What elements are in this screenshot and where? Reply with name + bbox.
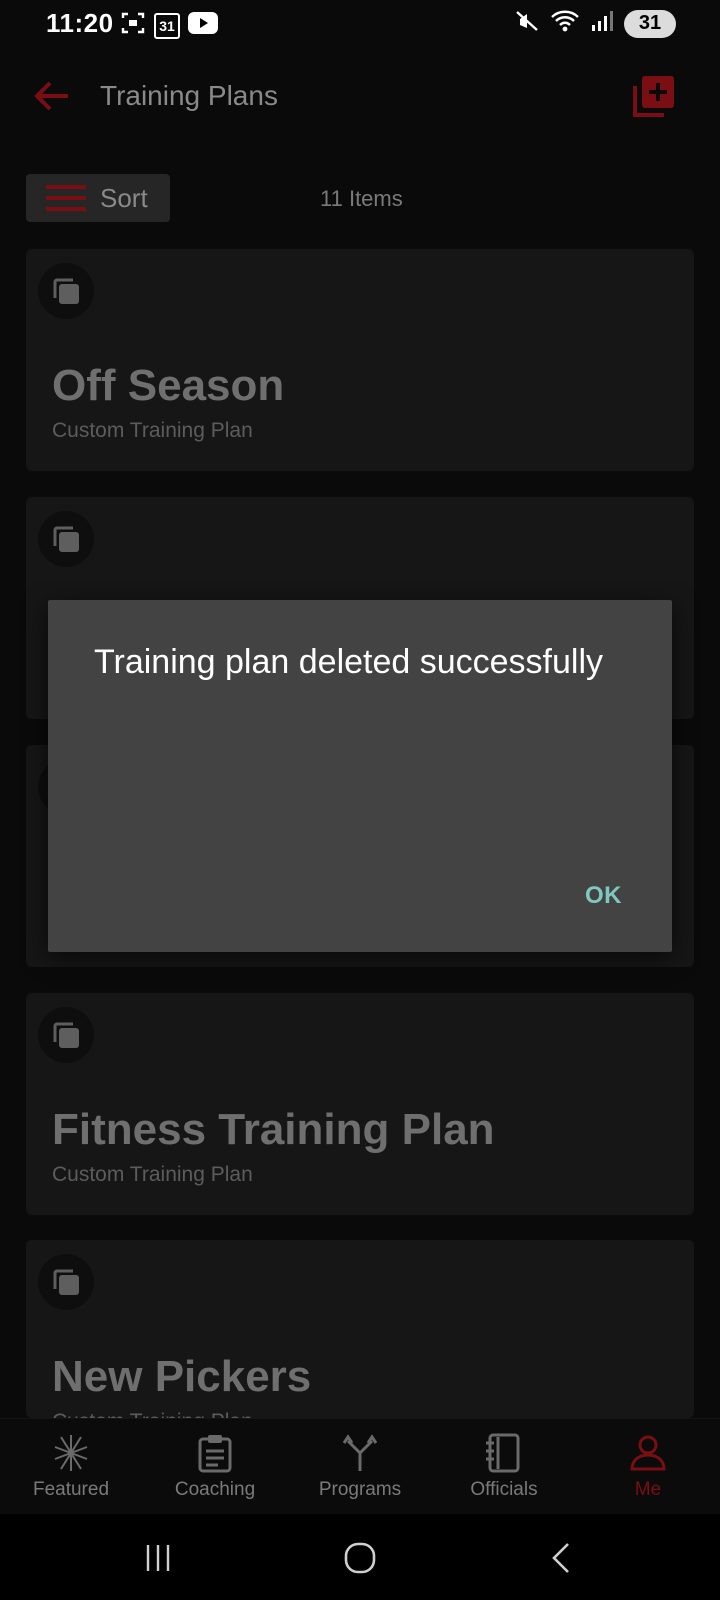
person-icon (630, 1435, 666, 1471)
nav-item-officials[interactable]: Officials (444, 1433, 564, 1513)
programs-icon (342, 1434, 378, 1471)
clipboard-icon (198, 1435, 232, 1473)
recent-apps-icon (146, 1545, 170, 1571)
nav-item-programs[interactable]: Programs (300, 1433, 420, 1513)
nav-label: Me (634, 1479, 662, 1500)
recent-apps-button[interactable] (128, 1536, 188, 1580)
book-icon (486, 1433, 520, 1473)
bottom-nav: Featured Coaching Programs Officials Me (0, 1418, 720, 1514)
featured-icon (54, 1435, 88, 1471)
nav-item-me[interactable]: Me (588, 1433, 708, 1513)
home-button[interactable] (330, 1536, 390, 1580)
nav-item-featured[interactable]: Featured (11, 1433, 131, 1513)
nav-label: Officials (470, 1479, 538, 1500)
nav-item-coaching[interactable]: Coaching (155, 1433, 275, 1513)
home-circle-icon (344, 1542, 376, 1574)
chevron-left-icon (552, 1543, 569, 1573)
nav-label: Coaching (174, 1479, 256, 1500)
nav-label: Featured (32, 1479, 110, 1500)
ok-button[interactable]: OK (585, 882, 622, 910)
success-dialog: Training plan deleted successfully OK (48, 600, 672, 952)
screen: 11:20 31 31 Training Plans Sort 11 Items… (0, 0, 720, 1600)
dialog-message: Training plan deleted successfully (94, 643, 604, 681)
back-system-button[interactable] (532, 1536, 592, 1580)
system-nav-bar (0, 1514, 720, 1600)
nav-label: Programs (318, 1479, 402, 1500)
